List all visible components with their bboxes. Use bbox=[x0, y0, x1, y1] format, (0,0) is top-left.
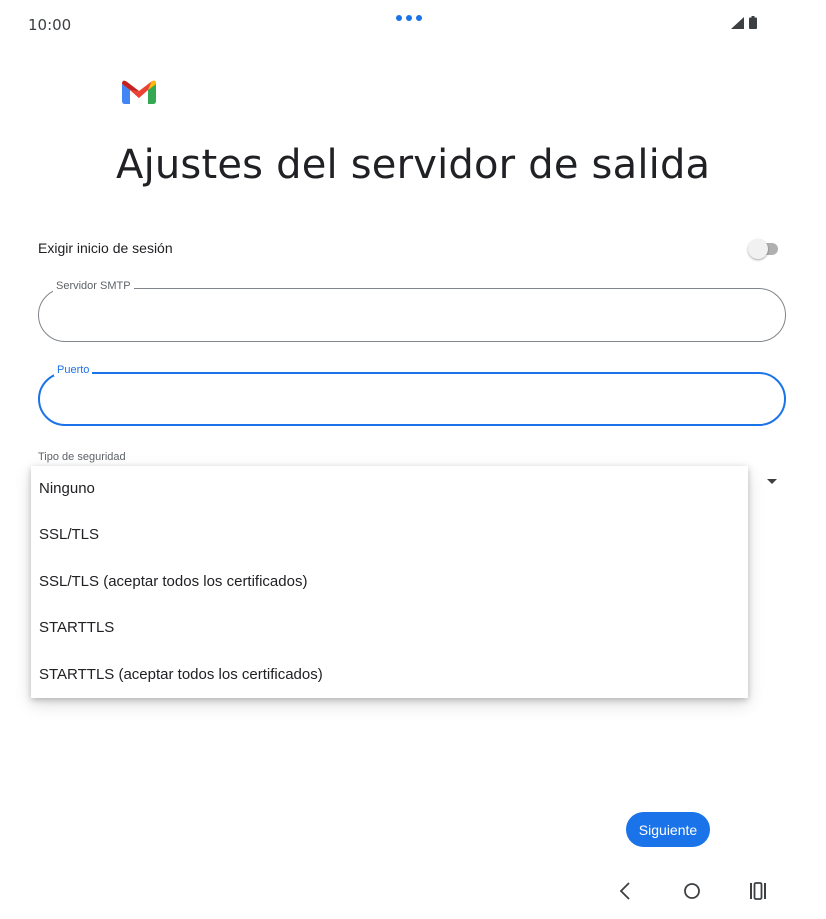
port-field[interactable]: Puerto bbox=[38, 364, 786, 426]
security-type-label: Tipo de seguridad bbox=[38, 451, 126, 463]
menu-item-ssl-tls[interactable]: SSL/TLS bbox=[31, 512, 748, 558]
status-time: 10:00 bbox=[28, 16, 72, 34]
port-label: Puerto bbox=[54, 364, 93, 376]
smtp-server-input[interactable] bbox=[59, 303, 763, 329]
next-button[interactable]: Siguiente bbox=[626, 812, 710, 847]
home-icon[interactable] bbox=[683, 882, 701, 900]
require-login-label: Exigir inicio de sesión bbox=[38, 240, 173, 256]
menu-item-starttls-accept-all[interactable]: STARTTLS (aceptar todos los certificados… bbox=[31, 652, 748, 698]
smtp-server-field[interactable]: Servidor SMTP bbox=[38, 280, 786, 342]
page-title: Ajustes del servidor de salida bbox=[116, 142, 711, 188]
toggle-thumb bbox=[748, 239, 768, 259]
status-bar: 10:00 bbox=[0, 0, 826, 50]
port-input[interactable] bbox=[60, 388, 764, 414]
dropdown-arrow-icon[interactable] bbox=[767, 479, 777, 484]
back-icon[interactable] bbox=[618, 880, 632, 902]
battery-icon bbox=[749, 16, 757, 29]
menu-item-ssl-tls-accept-all[interactable]: SSL/TLS (aceptar todos los certificados) bbox=[31, 559, 748, 605]
smtp-server-label: Servidor SMTP bbox=[53, 280, 134, 292]
require-login-toggle[interactable] bbox=[746, 239, 780, 259]
signal-icon bbox=[731, 16, 744, 29]
menu-item-ninguno[interactable]: Ninguno bbox=[31, 466, 748, 512]
recents-icon[interactable] bbox=[749, 882, 767, 900]
require-login-row: Exigir inicio de sesión bbox=[38, 238, 780, 260]
menu-item-starttls[interactable]: STARTTLS bbox=[31, 605, 748, 651]
navigation-bar bbox=[0, 870, 826, 915]
gmail-logo bbox=[122, 80, 156, 104]
status-icons bbox=[731, 16, 757, 29]
more-dots-icon bbox=[396, 15, 422, 21]
security-type-menu: Ninguno SSL/TLS SSL/TLS (aceptar todos l… bbox=[31, 466, 748, 698]
